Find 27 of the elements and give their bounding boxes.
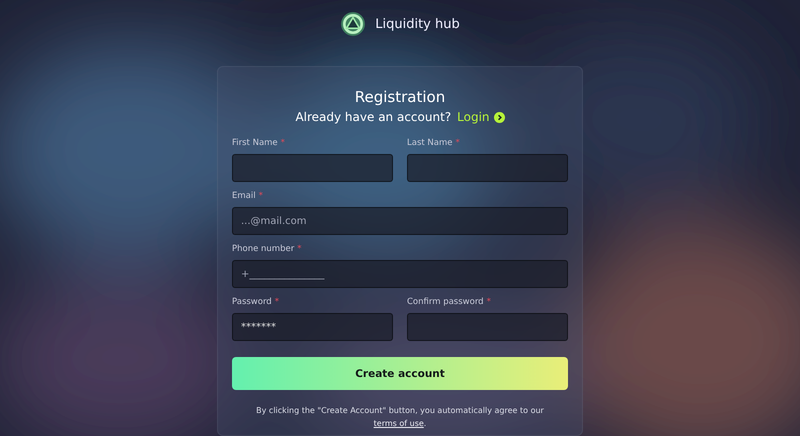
required-mark: * [486, 296, 491, 308]
form-title: Registration [354, 87, 446, 107]
input-field[interactable]: ...@mail.com [232, 207, 568, 235]
create-account-button[interactable]: Create account [232, 357, 568, 390]
input-field[interactable] [407, 154, 568, 182]
account-prompt: Already have an account? [295, 109, 452, 125]
required-mark: * [258, 190, 263, 202]
required-mark: * [455, 137, 460, 149]
required-mark: * [274, 296, 279, 308]
input-field[interactable]: ******* [232, 313, 393, 341]
required-mark: * [280, 137, 285, 149]
field-label: Confirm password [407, 296, 484, 308]
brand-name: Liquidity hub [375, 16, 460, 32]
arrow-circle-icon[interactable] [494, 112, 505, 122]
field-label: First Name [232, 137, 278, 149]
field-label: Email [232, 190, 256, 202]
terms-link[interactable]: terms of use [374, 419, 424, 428]
terms-notice: By clicking the "Create Account" button, you automatically agree to our terms of use. [255, 405, 545, 430]
field-label: Phone number [232, 243, 294, 255]
login-link[interactable]: Login [457, 109, 490, 125]
required-mark: * [297, 243, 302, 255]
input-field[interactable]: +_______________ [232, 260, 568, 288]
field-label: Last Name [407, 137, 452, 149]
input-field[interactable] [232, 154, 393, 182]
input-field[interactable] [407, 313, 568, 341]
logo-icon [340, 11, 366, 37]
field-label: Password [232, 296, 272, 308]
